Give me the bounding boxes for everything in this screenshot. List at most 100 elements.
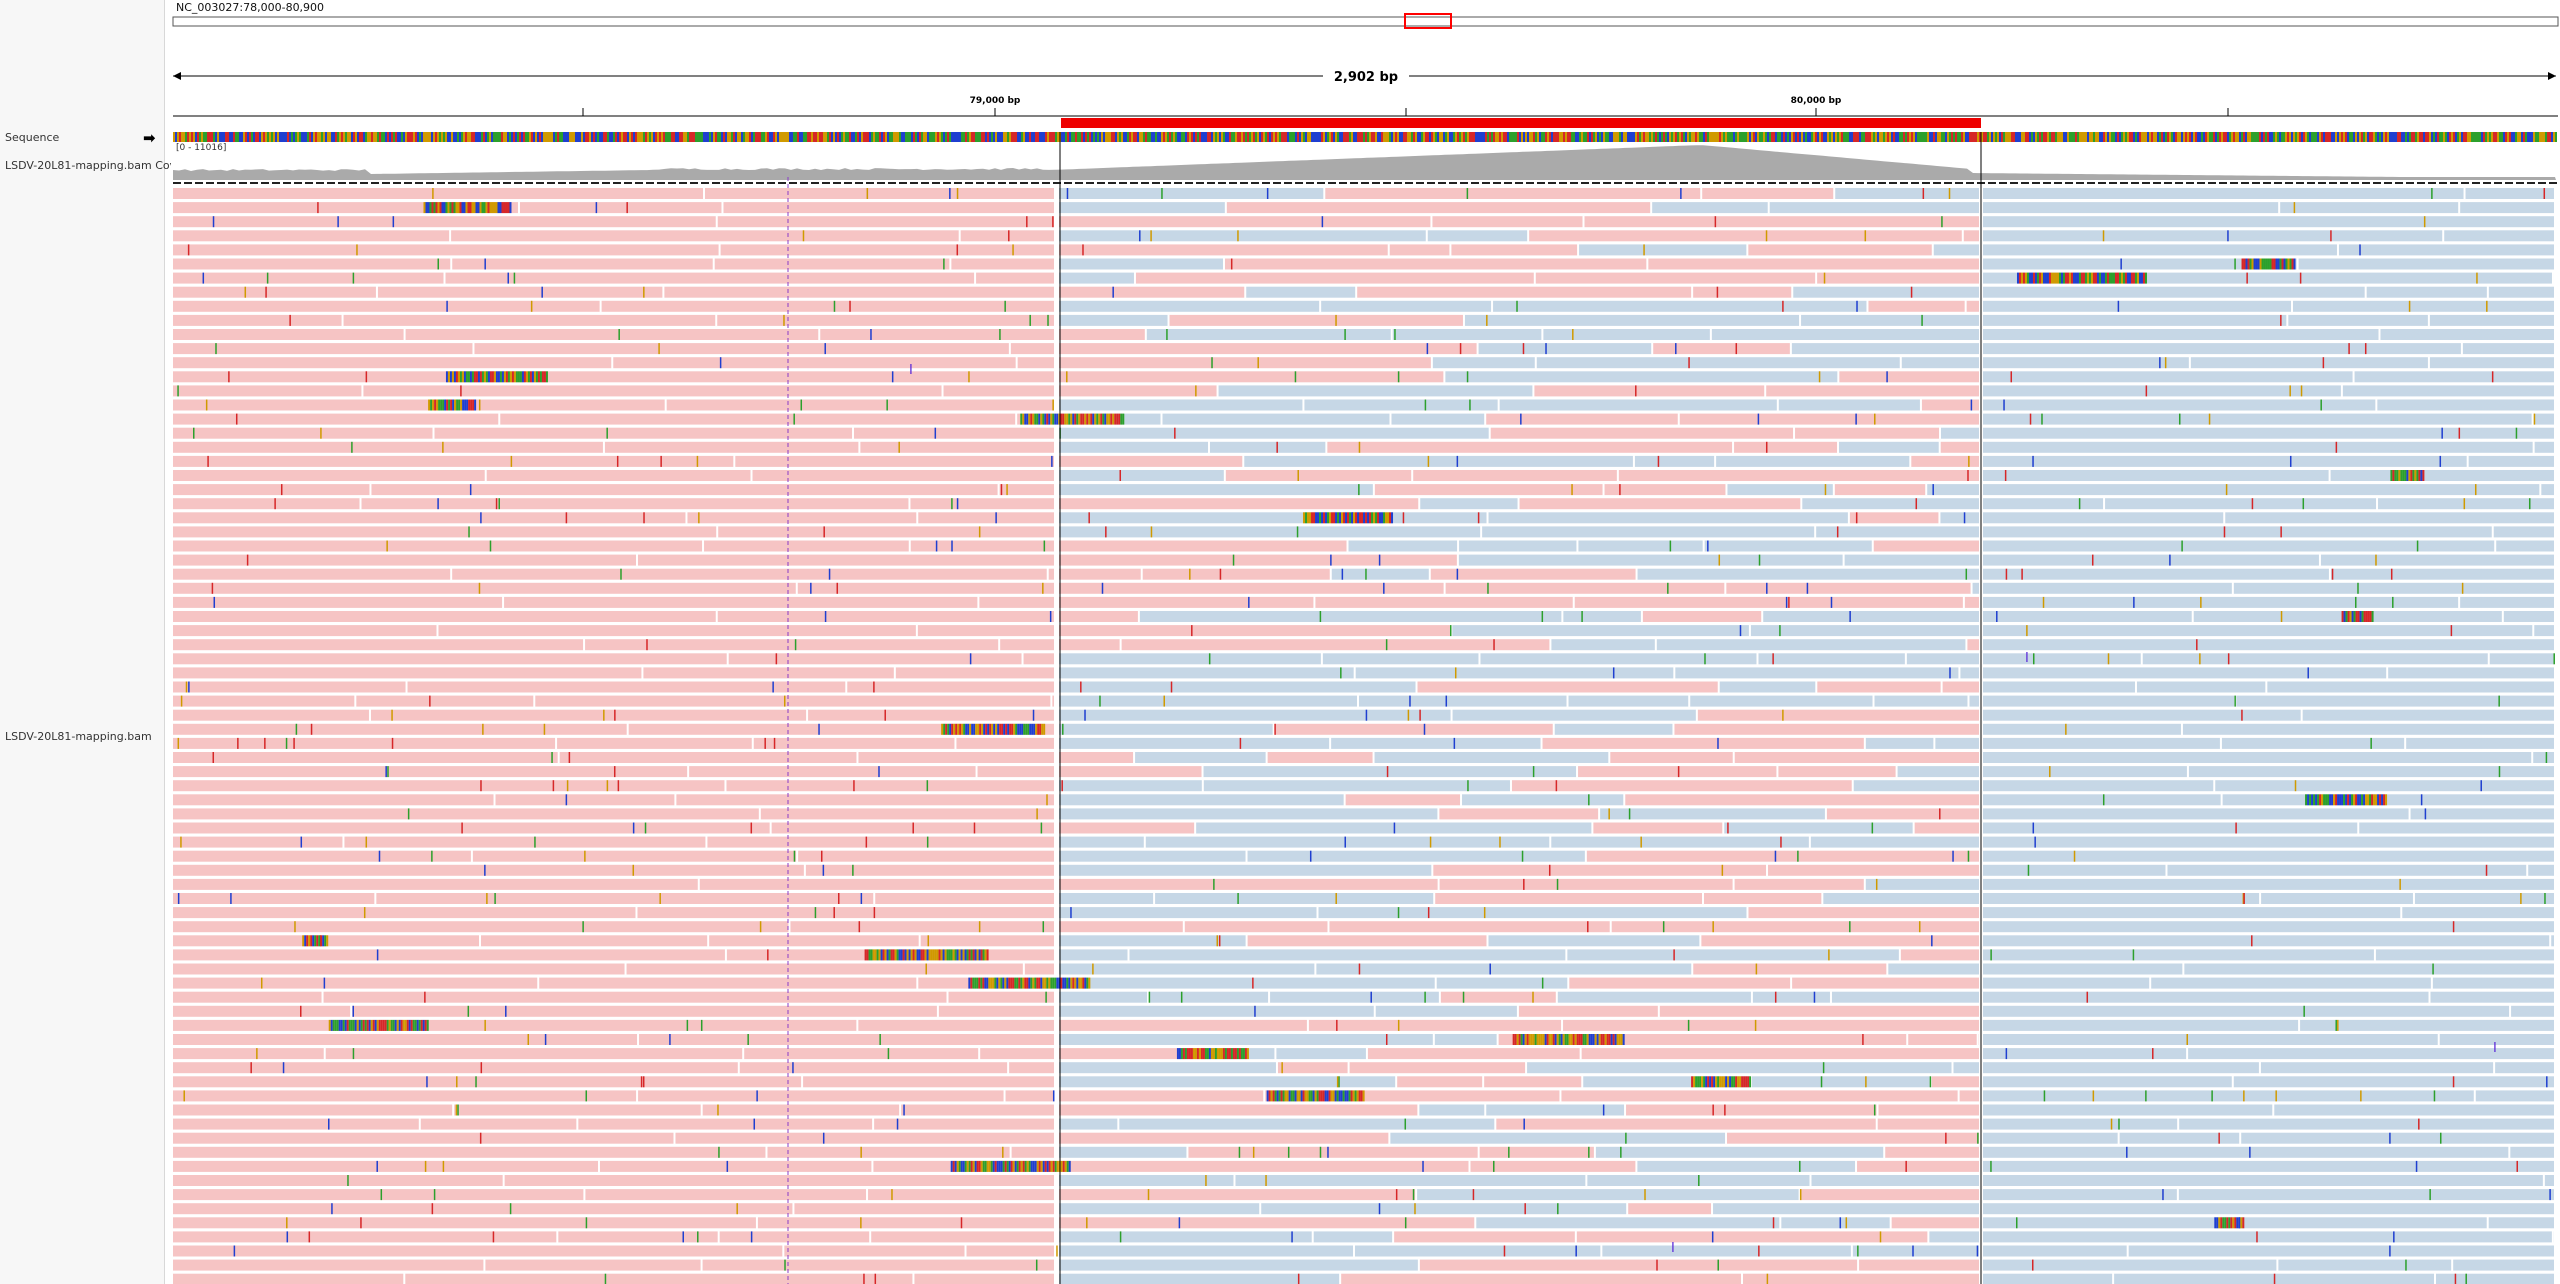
read (1059, 1118, 1118, 1130)
mismatch-mark (1086, 1217, 1088, 1229)
mismatch-mark (469, 484, 472, 496)
mismatch-mark (2418, 1118, 2420, 1130)
base-mark (263, 132, 265, 142)
base-mark (1699, 132, 1701, 142)
base-mark (1949, 132, 1951, 142)
base-mark (1065, 132, 1067, 142)
read (1983, 512, 2224, 524)
mismatch-mark (177, 737, 180, 749)
coverage-dash (1405, 182, 1413, 184)
read (1983, 1005, 2510, 1017)
base-mark (511, 132, 513, 142)
base-mark (729, 132, 731, 142)
mismatch-mark (331, 1203, 333, 1215)
mismatch-cluster (888, 949, 891, 961)
mismatch-cluster (2078, 272, 2081, 284)
mismatch-mark (1799, 1160, 1801, 1172)
base-mark (1905, 132, 1907, 142)
insertion-marker-icon[interactable]: I (2493, 1041, 2497, 1056)
mismatch-cluster (2124, 272, 2127, 284)
mismatch-cluster (336, 1019, 339, 1031)
mismatch-cluster (441, 202, 444, 214)
read (1059, 1034, 1433, 1045)
mismatch-cluster (1516, 1034, 1519, 1045)
read (1983, 667, 2387, 679)
mismatch-cluster (1000, 977, 1003, 989)
insertion-marker-icon[interactable]: I (909, 363, 913, 378)
base-mark (711, 132, 713, 142)
coverage-dash (1207, 182, 1215, 184)
alignment-track-label[interactable]: LSDV-20L81-mapping.bam (5, 730, 152, 743)
chromosome-ideogram[interactable] (172, 16, 2559, 27)
base-mark (1547, 132, 1549, 142)
mismatch-cluster (1060, 1160, 1063, 1172)
mismatch-mark (802, 230, 805, 242)
mismatch-mark (2032, 653, 2035, 665)
mismatch-cluster (521, 371, 524, 383)
mismatch-mark (1716, 286, 1719, 298)
coverage-dash (195, 182, 203, 184)
read (1581, 1048, 1979, 1060)
mismatch-cluster (1580, 1034, 1583, 1045)
read (173, 1132, 674, 1144)
region-of-interest-bar[interactable] (1061, 118, 1981, 128)
base-mark (1863, 132, 1865, 142)
coverage-track[interactable] (173, 145, 2557, 184)
base-mark (1335, 132, 1337, 142)
mismatch-cluster (1530, 1034, 1533, 1045)
coverage-track-label[interactable]: LSDV-20L81-mapping.bam Coverage (5, 159, 171, 172)
mismatch-mark (2300, 385, 2303, 397)
base-mark (2269, 132, 2271, 142)
insertion-marker-icon[interactable]: I (2025, 651, 2029, 666)
base-mark (2451, 132, 2453, 142)
base-mark (2033, 132, 2035, 142)
base-mark (797, 132, 799, 142)
mismatch-cluster (2032, 272, 2035, 284)
mismatch-cluster (2361, 611, 2364, 622)
mismatch-mark (1358, 441, 1361, 453)
base-mark (1217, 132, 1219, 142)
base-mark (2409, 132, 2411, 142)
alignment-svg[interactable]: I I I I (171, 132, 2560, 1284)
mismatch-cluster (436, 399, 439, 411)
base-mark (2481, 132, 2483, 142)
mismatch-cluster (388, 1019, 391, 1031)
base-mark (1575, 132, 1577, 142)
mismatch-mark (585, 1217, 588, 1229)
read (798, 850, 1054, 862)
mismatch-cluster (987, 723, 990, 735)
coverage-dash (2274, 182, 2282, 184)
base-mark (443, 132, 445, 142)
base-mark (1449, 132, 1451, 142)
base-mark (1999, 132, 2001, 142)
read (720, 244, 1054, 256)
read (1959, 1090, 1979, 1102)
read (405, 1273, 913, 1284)
read (613, 357, 1016, 369)
read (1274, 723, 1553, 735)
base-mark (1721, 132, 1723, 142)
mismatch-cluster (2351, 794, 2354, 806)
mismatch-mark (643, 286, 645, 298)
base-mark (945, 132, 947, 142)
read (1551, 639, 1655, 651)
read (1983, 737, 2220, 749)
mismatch-mark (2357, 582, 2359, 594)
mismatch-mark (1712, 1104, 1714, 1116)
alignment-reads[interactable] (173, 188, 2555, 1284)
read (1835, 188, 1979, 199)
read (2233, 1076, 2554, 1088)
strand-arrow-icon[interactable]: ➡ (143, 129, 156, 147)
mismatch-cluster (1362, 1090, 1365, 1102)
mismatch-mark (865, 836, 868, 848)
insertion-marker-icon[interactable]: I (1671, 1241, 1675, 1256)
read (2541, 484, 2554, 496)
read (1816, 526, 1979, 538)
base-mark (1049, 132, 1051, 142)
sequence-track[interactable] (173, 132, 2557, 142)
read (1226, 202, 1651, 214)
base-mark (1333, 132, 1335, 142)
mismatch-cluster (942, 949, 945, 961)
sequence-track-label[interactable]: Sequence (5, 131, 59, 144)
base-mark (953, 132, 955, 142)
